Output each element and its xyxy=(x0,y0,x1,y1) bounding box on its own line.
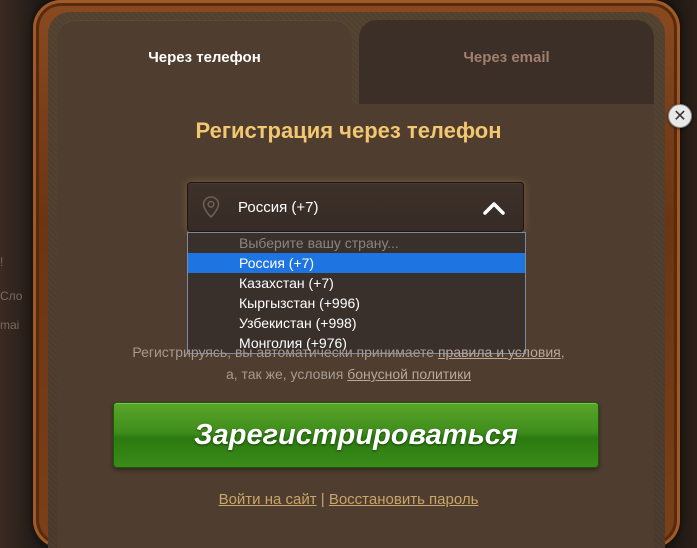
country-option-kazakhstan[interactable]: Казахстан (+7) xyxy=(188,273,525,293)
tab-phone[interactable]: Через телефон xyxy=(57,20,352,104)
location-pin-icon xyxy=(202,196,220,218)
restore-password-link[interactable]: Восстановить пароль xyxy=(329,491,479,508)
tab-email[interactable]: Через email xyxy=(359,20,654,104)
country-option-uzbekistan[interactable]: Узбекистан (+998) xyxy=(188,313,525,333)
links-separator: | xyxy=(316,491,329,508)
terms-text-line2: а, так же, условия бонусной политики xyxy=(0,366,697,382)
country-dropdown-list: Выберите вашу страну... Россия (+7) Каза… xyxy=(187,232,526,354)
bottom-links: Войти на сайт | Восстановить пароль xyxy=(0,491,697,508)
register-button[interactable]: Зарегистрироваться xyxy=(113,402,599,468)
terms-suffix: , xyxy=(560,344,565,360)
background-text-fragment: mai xyxy=(0,318,20,332)
tab-email-label: Через email xyxy=(463,48,550,66)
login-link[interactable]: Войти на сайт xyxy=(219,491,317,508)
terms-text-line1: Регистрируясь, вы автоматически принимае… xyxy=(0,344,697,360)
terms-line2-prefix: а, так же, условия xyxy=(225,366,348,382)
background-text-fragment: Сло xyxy=(0,289,23,303)
country-option-kyrgyzstan[interactable]: Кыргызстан (+996) xyxy=(188,293,525,313)
terms-prefix: Регистрируясь, вы автоматически принимае… xyxy=(132,344,438,360)
country-select[interactable]: Россия (+7) xyxy=(187,182,524,232)
close-icon: ✕ xyxy=(673,108,687,125)
bonus-policy-link[interactable]: бонусной политики xyxy=(347,366,471,382)
chevron-up-icon[interactable] xyxy=(483,200,505,216)
country-option-russia[interactable]: Россия (+7) xyxy=(188,253,525,273)
background-text-fragment: ! xyxy=(0,255,4,269)
close-button[interactable]: ✕ xyxy=(668,104,692,128)
rules-link[interactable]: правила и условия xyxy=(438,344,561,360)
page-title: Регистрация через телефон xyxy=(195,118,502,143)
country-select-value: Россия (+7) xyxy=(238,199,319,216)
tab-phone-label: Через телефон xyxy=(148,48,261,66)
country-option-placeholder[interactable]: Выберите вашу страну... xyxy=(188,233,525,253)
